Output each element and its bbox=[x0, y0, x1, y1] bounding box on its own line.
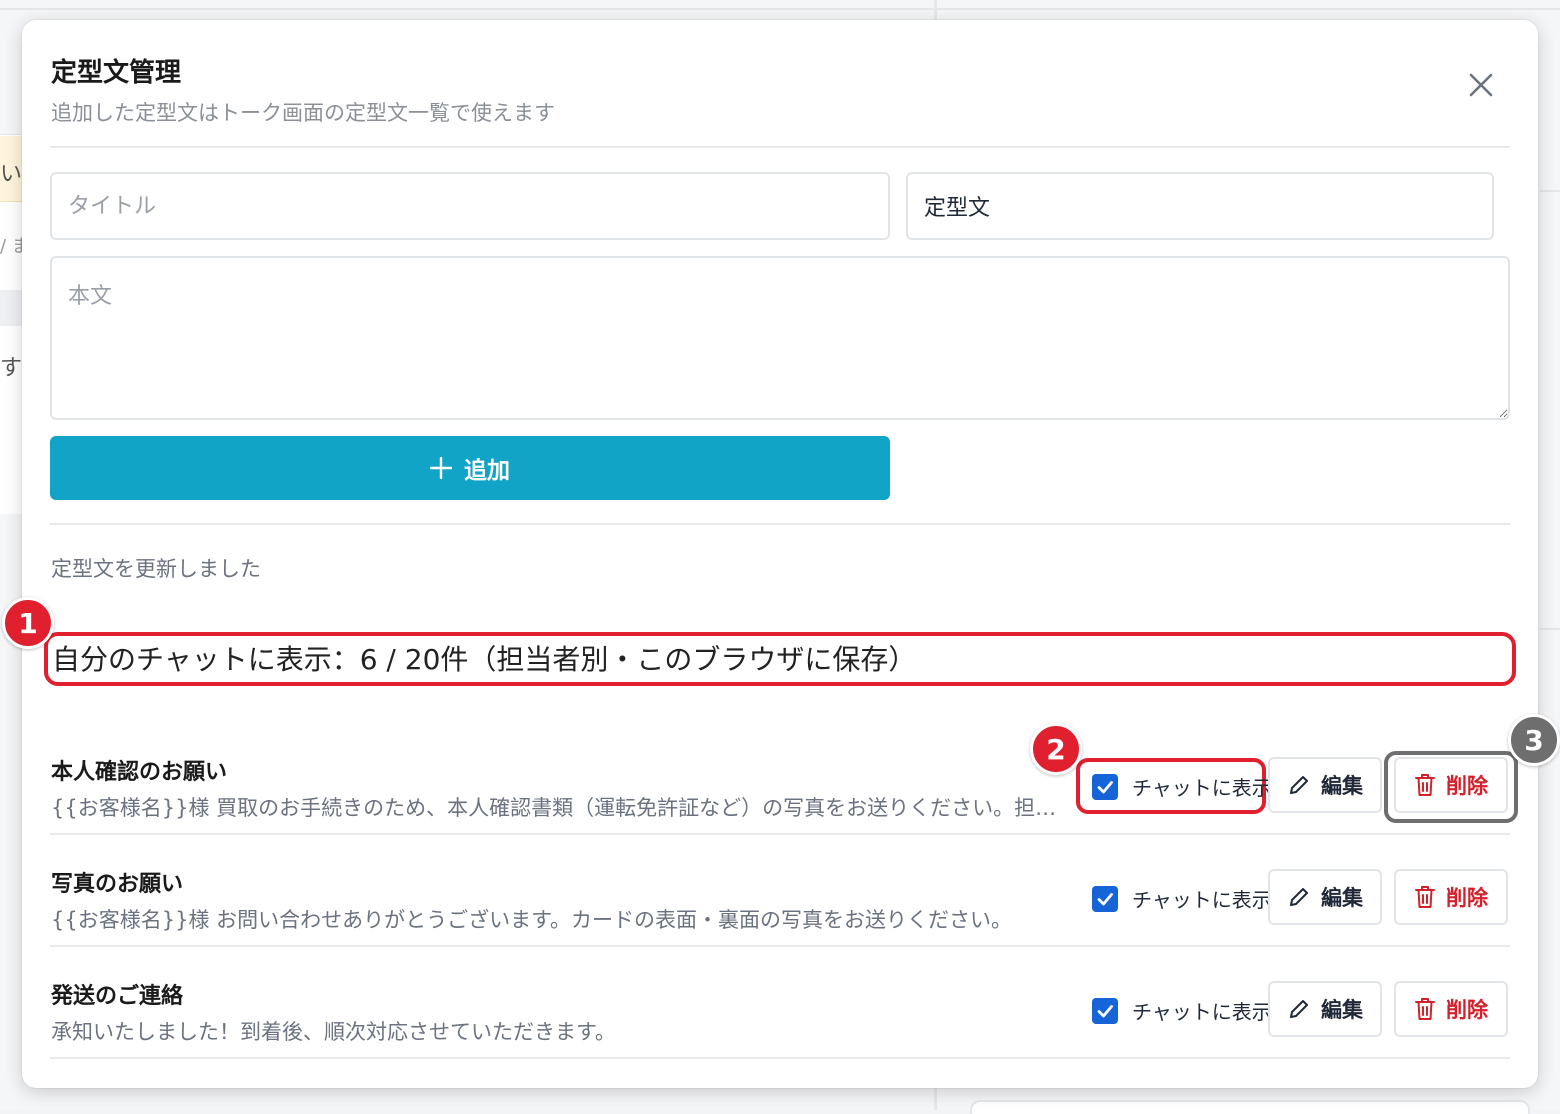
header-divider bbox=[50, 146, 1510, 148]
add-button[interactable]: 追加 bbox=[50, 436, 890, 500]
show-in-chat-label: チャットに表示 bbox=[1132, 996, 1272, 1025]
close-button[interactable] bbox=[1460, 64, 1502, 106]
template-title: 発送のご連絡 bbox=[51, 978, 183, 1010]
delete-button[interactable]: 削除 bbox=[1394, 757, 1508, 813]
edit-button-label: 編集 bbox=[1321, 994, 1363, 1024]
pencil-icon bbox=[1287, 997, 1311, 1021]
annotation-badge: 1 bbox=[2, 597, 54, 649]
row-divider bbox=[50, 945, 1510, 947]
pencil-icon bbox=[1287, 885, 1311, 909]
background-divider bbox=[0, 8, 1560, 10]
edit-button[interactable]: 編集 bbox=[1268, 757, 1382, 813]
show-in-chat-toggle[interactable]: チャットに表示 bbox=[1092, 884, 1272, 913]
category-input[interactable] bbox=[906, 172, 1494, 240]
template-title: 写真のお願い bbox=[51, 866, 183, 898]
trash-icon bbox=[1414, 773, 1436, 797]
row-divider bbox=[50, 1057, 1510, 1059]
modal-subtitle: 追加した定型文はトーク画面の定型文一覧で使えます bbox=[51, 97, 555, 127]
delete-button[interactable]: 削除 bbox=[1394, 869, 1508, 925]
template-body: {{お客様名}}様 お問い合わせありがとうございます。カードの表面・裏面の写真を… bbox=[51, 904, 1061, 934]
row-divider bbox=[50, 833, 1510, 835]
delete-button[interactable]: 削除 bbox=[1394, 981, 1508, 1037]
body-textarea[interactable] bbox=[50, 256, 1510, 420]
delete-button-label: 削除 bbox=[1446, 770, 1488, 800]
plus-icon bbox=[430, 457, 452, 479]
check-icon bbox=[1096, 1002, 1114, 1020]
title-input[interactable] bbox=[50, 172, 890, 240]
background-card bbox=[970, 1100, 1530, 1114]
close-icon bbox=[1468, 72, 1494, 98]
delete-button-label: 削除 bbox=[1446, 882, 1488, 912]
show-in-chat-label: チャットに表示 bbox=[1132, 772, 1272, 801]
show-in-chat-checkbox[interactable] bbox=[1092, 774, 1118, 800]
delete-button-label: 削除 bbox=[1446, 994, 1488, 1024]
show-in-chat-toggle[interactable]: チャットに表示 bbox=[1092, 996, 1272, 1025]
template-title: 本人確認のお願い bbox=[51, 754, 227, 786]
background-text: す bbox=[0, 350, 22, 382]
background-divider bbox=[1540, 190, 1560, 192]
template-body: {{お客様名}}様 買取のお手続きのため、本人確認書類（運転免許証など）の写真を… bbox=[51, 792, 1061, 822]
background-divider bbox=[1540, 628, 1560, 630]
edit-button[interactable]: 編集 bbox=[1268, 869, 1382, 925]
trash-icon bbox=[1414, 885, 1436, 909]
modal-title: 定型文管理 bbox=[51, 52, 181, 89]
edit-button-label: 編集 bbox=[1321, 770, 1363, 800]
check-icon bbox=[1096, 778, 1114, 796]
template-body: 承知いたしました！到着後、順次対応させていただきます。 bbox=[51, 1016, 1061, 1046]
show-in-chat-label: チャットに表示 bbox=[1132, 884, 1272, 913]
edit-button-label: 編集 bbox=[1321, 882, 1363, 912]
status-message: 定型文を更新しました bbox=[51, 553, 261, 583]
template-manager-modal: 定型文管理 追加した定型文はトーク画面の定型文一覧で使えます 追加 定型文を更新… bbox=[22, 20, 1538, 1088]
show-in-chat-toggle[interactable]: チャットに表示 bbox=[1092, 772, 1272, 801]
pencil-icon bbox=[1287, 773, 1311, 797]
add-button-label: 追加 bbox=[464, 451, 510, 485]
annotation-badge: 2 bbox=[1030, 723, 1082, 775]
show-in-chat-checkbox[interactable] bbox=[1092, 886, 1118, 912]
display-count-summary: 自分のチャットに表示：6 / 20件（担当者別・このブラウザに保存） bbox=[52, 638, 916, 678]
check-icon bbox=[1096, 890, 1114, 908]
form-divider bbox=[50, 523, 1510, 525]
show-in-chat-checkbox[interactable] bbox=[1092, 998, 1118, 1024]
edit-button[interactable]: 編集 bbox=[1268, 981, 1382, 1037]
trash-icon bbox=[1414, 997, 1436, 1021]
background-row bbox=[0, 290, 22, 326]
annotation-badge: 3 bbox=[1508, 714, 1560, 766]
